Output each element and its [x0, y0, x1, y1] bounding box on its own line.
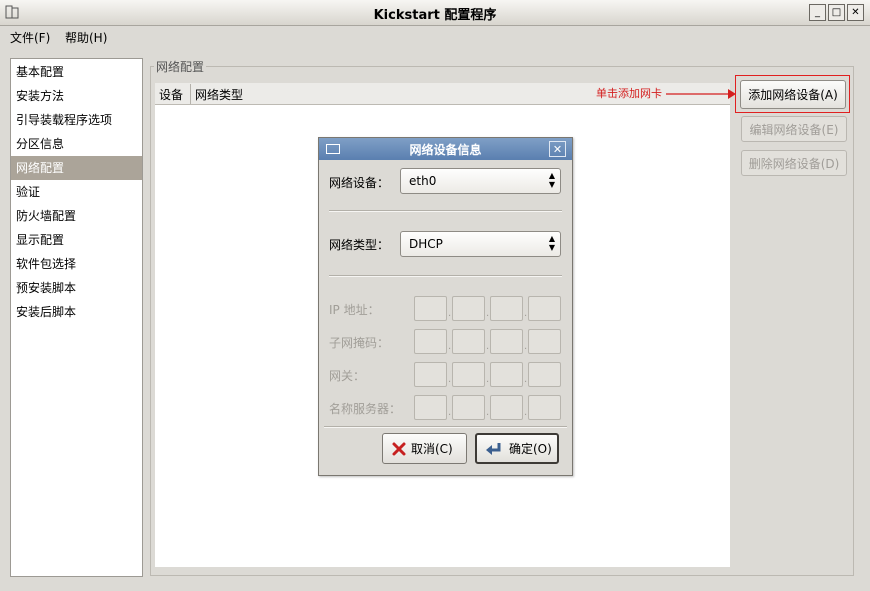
netmask-octet-field[interactable]	[414, 329, 447, 354]
nameserver-octet-field[interactable]	[414, 395, 447, 420]
gateway-octet-field[interactable]	[452, 362, 485, 387]
updown-arrows-icon: ▲ ▼	[548, 171, 555, 189]
updown-arrows-icon: ▲ ▼	[548, 234, 555, 252]
octet-dot: .	[448, 374, 452, 385]
window-title: Kickstart 配置程序	[373, 8, 497, 23]
octet-dot: .	[448, 407, 452, 418]
type-value: DHCP	[409, 237, 443, 251]
cancel-icon	[392, 442, 406, 455]
sidebar-item-firewall[interactable]: 防火墙配置	[11, 204, 142, 228]
menubar	[0, 26, 870, 48]
gateway-label: 网关：	[329, 369, 366, 383]
ip-octet-field[interactable]	[414, 296, 447, 321]
type-combo[interactable]: DHCP ▲ ▼	[400, 231, 561, 257]
sidebar-item-network[interactable]: 网络配置	[11, 156, 142, 180]
ip-octet-field[interactable]	[528, 296, 561, 321]
sidebar-item-auth[interactable]: 验证	[11, 180, 142, 204]
octet-dot: .	[524, 341, 528, 352]
section-title: 网络配置	[154, 58, 207, 75]
octet-dot: .	[486, 407, 490, 418]
cancel-button[interactable]: 取消(C)	[382, 433, 467, 464]
octet-dot: .	[524, 308, 528, 319]
divider	[324, 426, 567, 428]
sidebar: 基本配置 安装方法 引导装载程序选项 分区信息 网络配置 验证 防火墙配置 显示…	[10, 58, 143, 577]
menu-help[interactable]: 帮助(H)	[65, 29, 107, 46]
sidebar-item-bootloader[interactable]: 引导装载程序选项	[11, 108, 142, 132]
column-header-device[interactable]: 设备	[159, 86, 183, 103]
gateway-octet-field[interactable]	[490, 362, 523, 387]
sidebar-item-packages[interactable]: 软件包选择	[11, 252, 142, 276]
octet-dot: .	[486, 308, 490, 319]
sidebar-item-pre-script[interactable]: 预安装脚本	[11, 276, 142, 300]
dialog-title: 网络设备信息	[409, 143, 482, 157]
nameserver-octet-field[interactable]	[490, 395, 523, 420]
gateway-octet-field[interactable]	[414, 362, 447, 387]
sidebar-item-display[interactable]: 显示配置	[11, 228, 142, 252]
ip-octet-field[interactable]	[490, 296, 523, 321]
menu-file[interactable]: 文件(F)	[10, 29, 50, 46]
sidebar-item-basic[interactable]: 基本配置	[11, 60, 142, 84]
octet-dot: .	[524, 407, 528, 418]
divider	[329, 210, 562, 212]
octet-dot: .	[524, 374, 528, 385]
netmask-octet-field[interactable]	[490, 329, 523, 354]
octet-dot: .	[486, 341, 490, 352]
sidebar-item-partition[interactable]: 分区信息	[11, 132, 142, 156]
type-label: 网络类型：	[329, 238, 390, 252]
ip-label: IP 地址：	[329, 303, 380, 317]
netmask-octet-field[interactable]	[528, 329, 561, 354]
maximize-button[interactable]: □	[828, 4, 845, 21]
octet-dot: .	[486, 374, 490, 385]
device-combo[interactable]: eth0 ▲ ▼	[400, 168, 561, 194]
close-button[interactable]: ✕	[847, 4, 864, 21]
nameserver-octet-field[interactable]	[528, 395, 561, 420]
cancel-label: 取消(C)	[411, 442, 453, 456]
column-header-type[interactable]: 网络类型	[195, 86, 243, 103]
nameserver-label: 名称服务器：	[329, 402, 402, 416]
minimize-button[interactable]: _	[809, 4, 826, 21]
gateway-octet-field[interactable]	[528, 362, 561, 387]
hint-arrow-icon	[666, 89, 736, 99]
ok-label: 确定(O)	[509, 442, 552, 456]
netmask-label: 子网掩码：	[329, 336, 390, 350]
octet-dot: .	[448, 308, 452, 319]
add-device-button[interactable]: 添加网络设备(A)	[740, 80, 846, 109]
netmask-octet-field[interactable]	[452, 329, 485, 354]
device-label: 网络设备：	[329, 176, 390, 190]
divider	[329, 275, 562, 277]
ip-octet-field[interactable]	[452, 296, 485, 321]
sidebar-item-install-method[interactable]: 安装方法	[11, 84, 142, 108]
delete-device-button[interactable]: 删除网络设备(D)	[741, 150, 847, 176]
ok-button[interactable]: 确定(O)	[475, 433, 559, 464]
hint-annotation: 单击添加网卡	[596, 87, 662, 100]
dialog-close-icon[interactable]: ✕	[549, 141, 566, 157]
column-divider	[190, 84, 191, 104]
octet-dot: .	[448, 341, 452, 352]
edit-device-button[interactable]: 编辑网络设备(E)	[741, 116, 847, 142]
nameserver-octet-field[interactable]	[452, 395, 485, 420]
enter-icon	[486, 442, 501, 455]
device-value: eth0	[409, 174, 437, 188]
sidebar-item-post-script[interactable]: 安装后脚本	[11, 300, 142, 324]
